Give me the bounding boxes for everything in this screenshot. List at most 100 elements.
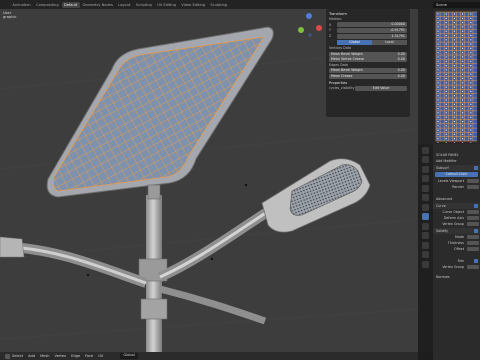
normals-panel[interactable]: Normals xyxy=(433,274,480,280)
tab-compositing[interactable]: Compositing xyxy=(34,2,61,8)
mean-bevel-weight-value: 0.00 xyxy=(397,51,405,56)
offset-value[interactable] xyxy=(467,246,479,252)
curve-modifier-name: Curve xyxy=(436,204,446,208)
median-x-field[interactable]: 0.00000 xyxy=(337,22,407,28)
mode-value[interactable] xyxy=(467,234,479,240)
properties-editor: SOLAR PANEL Add Modifier Subsurf Catmull… xyxy=(433,144,480,360)
viewport-info: User graphic xyxy=(3,11,17,20)
subsurf-header[interactable]: Subsurf xyxy=(433,165,480,171)
workspace-tabs: Animation Compositing Default Geometry Node… xyxy=(0,0,230,9)
menu-edge[interactable]: Edge xyxy=(71,354,80,358)
catmull-clark-toggle[interactable]: Catmull-Clark xyxy=(435,172,478,177)
menu-face[interactable]: Face xyxy=(85,354,93,358)
view-layer-tab-icon[interactable] xyxy=(422,175,429,182)
render-levels-value[interactable] xyxy=(467,184,479,190)
gizmo-x-icon[interactable] xyxy=(316,25,322,31)
rim-checkbox[interactable] xyxy=(474,259,478,263)
tab-uv-editing[interactable]: UV Editing xyxy=(155,2,179,8)
navigation-gizmo[interactable] xyxy=(296,13,322,39)
x-label: X xyxy=(329,22,332,27)
output-tab-icon[interactable] xyxy=(422,165,429,173)
tab-animation[interactable]: Animation xyxy=(10,2,33,8)
mean-vertex-crease-value: 0.00 xyxy=(397,57,405,62)
vertex-group-label: Vertex Group xyxy=(442,222,464,226)
left-lamp-head[interactable] xyxy=(0,236,25,258)
vertex-bevel-row: Mean Bevel Weight 0.00 xyxy=(329,51,407,57)
curve-object-label: Curve Object xyxy=(442,210,464,214)
3d-viewport[interactable]: User graphic Transform Median: X 0.00000… xyxy=(0,9,418,352)
modifier-tab-icon[interactable] xyxy=(422,213,429,220)
solar-panel-mesh[interactable] xyxy=(53,36,265,192)
tab-default[interactable]: Default xyxy=(61,1,80,8)
median-z-field[interactable]: 1.31791 xyxy=(337,33,407,39)
tab-sculpting[interactable]: Sculpting xyxy=(208,2,230,8)
advanced-panel[interactable]: Advanced xyxy=(433,196,480,202)
edge-bevel-weight-field[interactable]: Mean Bevel Weight 0.00 xyxy=(329,68,407,74)
viewport-header: Select Add Mesh Vertex Edge Face UV Glob… xyxy=(0,352,418,360)
mean-bevel-weight-field[interactable]: Mean Bevel Weight 0.00 xyxy=(329,51,407,57)
scene-tab-icon[interactable] xyxy=(422,184,429,192)
panel-mount[interactable] xyxy=(147,184,161,200)
data-tab-icon[interactable] xyxy=(422,251,429,258)
mean-vertex-crease-field[interactable]: Mean Vertex Crease 0.00 xyxy=(329,57,407,63)
levels-viewport-value[interactable] xyxy=(467,178,479,184)
global-toggle[interactable]: Global xyxy=(337,39,372,45)
pole-bracket[interactable] xyxy=(140,298,168,320)
transform-orientation-dropdown[interactable]: Global xyxy=(120,353,138,359)
tab-geometry-nodes[interactable]: Geometry Nodes xyxy=(80,2,115,8)
thickness-value[interactable] xyxy=(467,240,479,246)
menu-mesh[interactable]: Mesh xyxy=(40,354,49,358)
add-modifier-button[interactable]: Add Modifier xyxy=(433,158,480,164)
right-lamp-head[interactable] xyxy=(261,158,371,233)
tab-layout[interactable]: Layout xyxy=(116,2,133,8)
render-levels-field[interactable]: Render xyxy=(433,184,480,190)
world-tab-icon[interactable] xyxy=(422,194,429,201)
uv-editor[interactable] xyxy=(433,9,480,144)
curve-enabled-checkbox[interactable] xyxy=(474,204,478,208)
offset-field[interactable]: Offset xyxy=(433,246,480,252)
object-tab-icon[interactable] xyxy=(422,203,429,211)
mean-bevel-weight-label: Mean Bevel Weight xyxy=(331,51,363,56)
menu-add[interactable]: Add xyxy=(28,354,35,358)
gizmo-y-icon[interactable] xyxy=(298,27,304,33)
view-type-label: graphic xyxy=(3,15,17,20)
particles-tab-icon[interactable] xyxy=(422,222,429,230)
vertex-group-value[interactable] xyxy=(467,221,479,227)
left-arm[interactable] xyxy=(7,242,148,288)
edit-value-button[interactable]: Edit Value xyxy=(355,85,407,91)
material-tab-icon[interactable] xyxy=(422,260,429,268)
menu-uv[interactable]: UV xyxy=(98,354,103,358)
editor-type-icon[interactable] xyxy=(5,353,10,359)
properties-tab-strip xyxy=(418,144,433,352)
median-y-row: Y -0.91791 xyxy=(329,27,407,33)
render-tab-icon[interactable] xyxy=(422,156,429,163)
physics-tab-icon[interactable] xyxy=(422,232,429,239)
tab-scripting[interactable]: Scripting xyxy=(133,2,154,8)
vertex-group-field[interactable]: Vertex Group xyxy=(433,221,480,227)
vertex-crease-row: Mean Vertex Crease 0.00 xyxy=(329,57,407,63)
sidebar-n-panel: Transform Median: X 0.00000 Y -0.91791 Z… xyxy=(326,9,410,117)
scene-selector[interactable]: Scene xyxy=(433,1,480,8)
median-z-row: Z 1.31791 xyxy=(329,33,407,39)
curve-object-value[interactable] xyxy=(467,209,479,215)
mean-crease-label: Mean Crease xyxy=(331,73,353,78)
vertex-group2-value[interactable] xyxy=(467,264,479,270)
menu-vertex[interactable]: Vertex xyxy=(55,354,67,358)
tab-video-editing[interactable]: Video Editing xyxy=(179,2,208,8)
gizmo-neg-z-icon[interactable] xyxy=(308,33,312,37)
vertex-group2-label: Vertex Group xyxy=(442,265,464,269)
uv-layout xyxy=(434,10,479,143)
local-toggle[interactable]: Local xyxy=(372,39,407,45)
render-levels-label: Render xyxy=(452,185,464,189)
menu-select[interactable]: Select xyxy=(12,354,23,358)
mean-crease-field[interactable]: Mean Crease 0.00 xyxy=(329,73,407,79)
edge-crease-row: Mean Crease 0.00 xyxy=(329,73,407,79)
constraints-tab-icon[interactable] xyxy=(422,241,429,249)
median-y-field[interactable]: -0.91791 xyxy=(337,27,407,33)
gizmo-z-icon[interactable] xyxy=(306,13,312,19)
tool-tab-icon[interactable] xyxy=(422,146,429,154)
vertex-group2-field[interactable]: Vertex Group xyxy=(433,264,480,270)
deform-axis-value[interactable] xyxy=(467,215,479,221)
solidify-enabled-checkbox[interactable] xyxy=(474,229,478,233)
subsurf-enabled-checkbox[interactable] xyxy=(474,166,478,170)
